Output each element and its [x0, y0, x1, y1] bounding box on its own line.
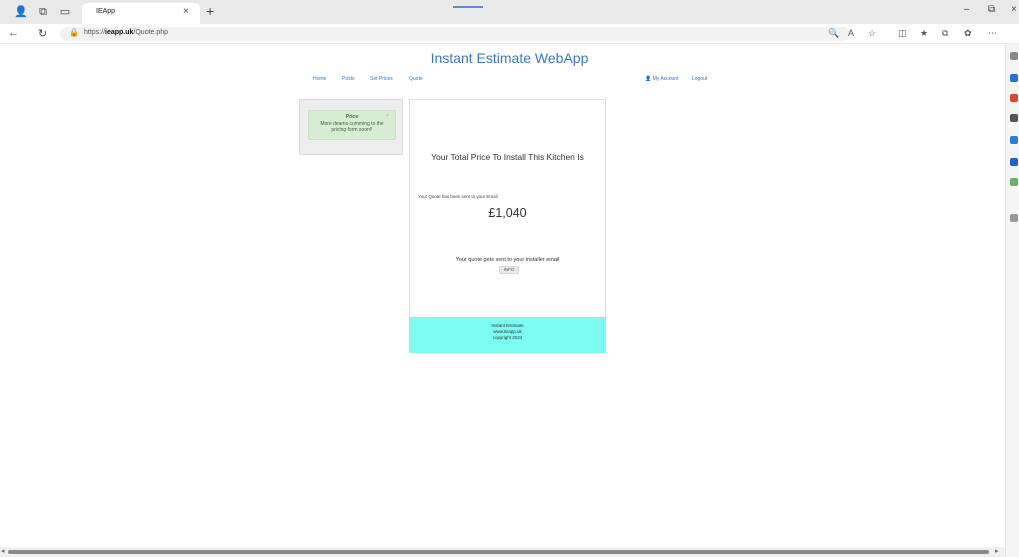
profile-sidebar-icon[interactable] — [1010, 114, 1018, 122]
favorite-star-icon[interactable]: ☆ — [868, 28, 876, 39]
quote-heading: Your Total Price To Install This Kitchen… — [431, 152, 584, 162]
lock-icon: 🔒 — [69, 28, 79, 37]
restore-button[interactable]: ⧉ — [988, 4, 995, 15]
scroll-right-icon[interactable]: ▸ — [995, 547, 999, 555]
alert-title: Price — [345, 114, 359, 120]
games-icon[interactable] — [1010, 136, 1018, 144]
user-icon: 👤 — [645, 76, 652, 82]
my-account-label: My Account — [652, 76, 679, 82]
favorites-icon[interactable]: ★ — [920, 28, 928, 39]
scroll-left-icon[interactable]: ◂ — [1, 547, 5, 555]
workspaces-icon[interactable]: ⧉ — [36, 6, 50, 18]
email-sent-note: Your Quote has been sent to your Email — [418, 194, 498, 199]
shopping-icon[interactable] — [1010, 94, 1018, 102]
nav-set-prices[interactable]: Set Prices — [370, 76, 393, 82]
nav-logout[interactable]: Logout — [692, 76, 707, 82]
zoom-icon[interactable]: 🔍 — [828, 28, 839, 39]
nav-posts[interactable]: Posts — [342, 76, 355, 82]
alert-close-icon[interactable]: × — [386, 113, 389, 119]
quote-card: Your Total Price To Install This Kitchen… — [409, 99, 606, 353]
outlook-icon[interactable] — [1010, 158, 1018, 166]
url-text: https://ieapp.uk/Quote.php — [84, 29, 169, 36]
scroll-thumb[interactable] — [8, 550, 989, 554]
more-menu-icon[interactable]: ⋯ — [988, 28, 997, 39]
price-alert: × Price More deams comming to the pricin… — [308, 110, 396, 140]
url-field[interactable]: 🔒 https://ieapp.uk/Quote.php — [60, 27, 850, 41]
back-icon[interactable]: ← — [8, 27, 19, 39]
minimize-button[interactable]: – — [964, 4, 970, 15]
new-tab-button[interactable]: + — [206, 3, 214, 19]
close-window-button[interactable]: × — [1011, 4, 1017, 15]
loading-indicator — [453, 6, 483, 8]
tab-actions-icon[interactable]: ▭ — [58, 6, 72, 18]
alert-body: More deams comming to the pricing form s… — [320, 121, 384, 133]
profile-icon[interactable]: 👤 — [14, 6, 28, 18]
installer-note: Your quote gets sent to your installer e… — [455, 257, 560, 263]
browser-sidebar — [1005, 44, 1019, 557]
tools-icon[interactable] — [1010, 178, 1018, 186]
tab-title: IEApp — [96, 8, 116, 15]
split-screen-icon[interactable]: ◫ — [898, 28, 907, 39]
nav-my-account[interactable]: 👤 My Account — [645, 76, 678, 82]
browser-tab[interactable]: IEApp × — [82, 3, 200, 24]
footer-copyright: copyright 2024 — [492, 335, 523, 340]
nav-home[interactable]: Home — [313, 76, 326, 82]
total-price: £1,040 — [488, 206, 527, 220]
collections-icon[interactable]: ⧉ — [942, 28, 948, 39]
horizontal-scrollbar[interactable]: ◂ ▸ — [0, 547, 1005, 557]
extensions-icon[interactable]: ✿ — [964, 28, 972, 39]
address-bar-row: ← ↻ 🔒 https://ieapp.uk/Quote.php 🔍 A ☆ ◫… — [0, 24, 1019, 44]
info-button[interactable]: INFO — [499, 266, 519, 274]
nav-quote[interactable]: Quote — [409, 76, 423, 82]
read-aloud-icon[interactable]: A — [848, 28, 854, 38]
page-footer: Instant Estimate www.IEapp.uk copyright … — [409, 317, 606, 353]
copilot-icon[interactable] — [1010, 74, 1018, 82]
side-panel: × Price More deams comming to the pricin… — [299, 99, 403, 155]
add-sidebar-icon[interactable] — [1010, 214, 1018, 222]
tab-close-icon[interactable]: × — [183, 6, 189, 17]
refresh-icon[interactable]: ↻ — [38, 27, 47, 40]
browser-tab-bar: 👤 ⧉ ▭ IEApp × + – ⧉ × — [0, 0, 1019, 24]
site-title: Instant Estimate WebApp — [430, 50, 589, 66]
